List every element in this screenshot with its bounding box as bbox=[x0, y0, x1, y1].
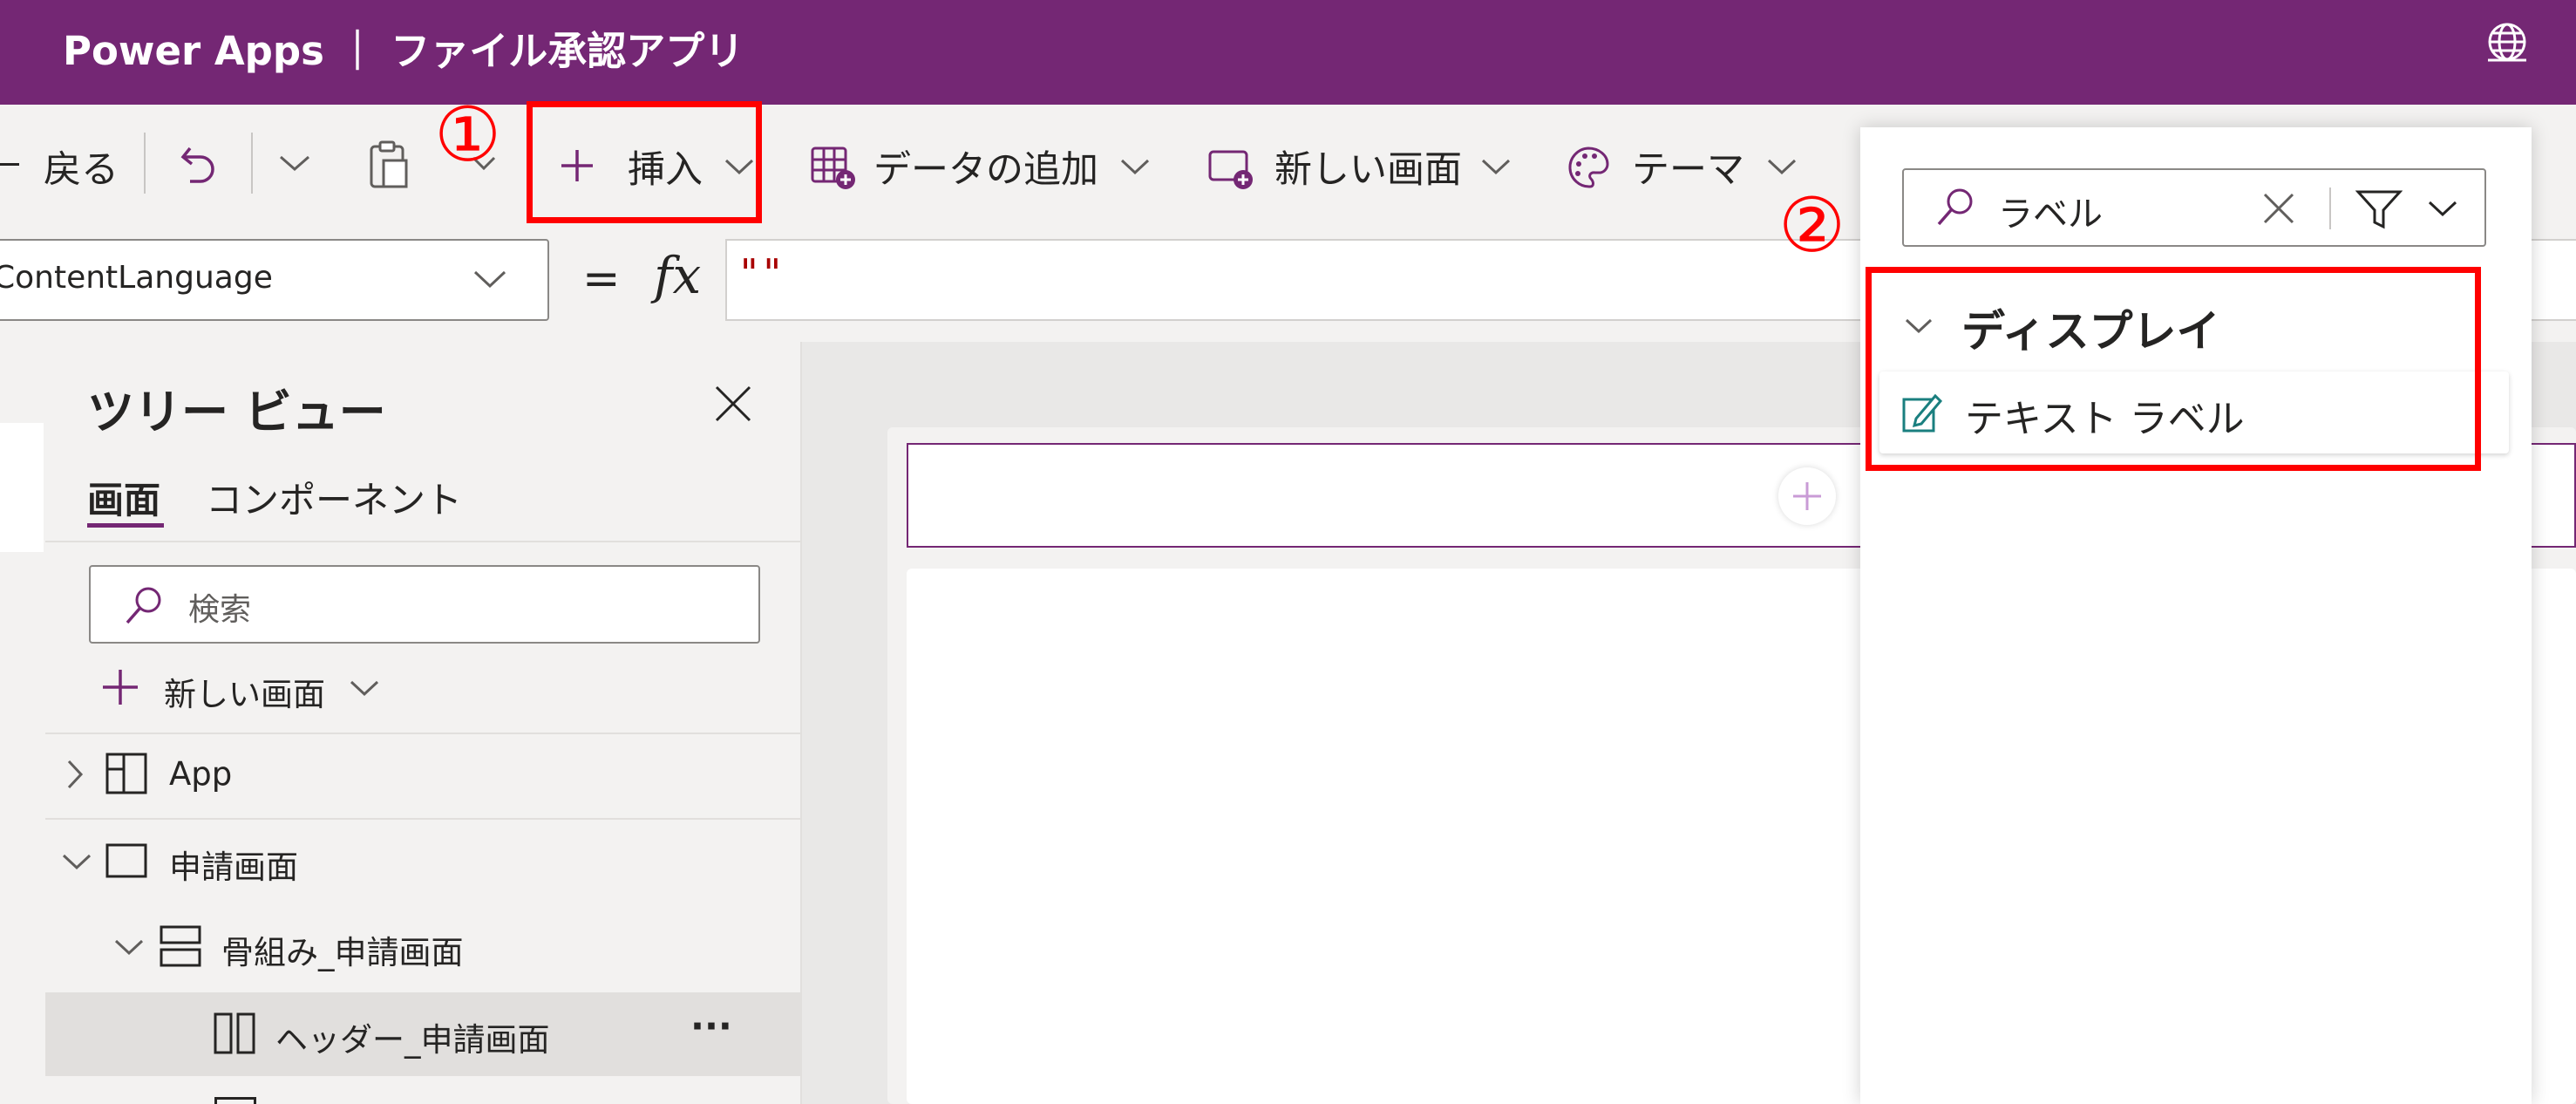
property-dropdown[interactable]: ContentLanguage bbox=[0, 239, 549, 321]
insert-search-input[interactable]: ラベル bbox=[1902, 168, 2486, 247]
tree-divider bbox=[45, 541, 800, 542]
filter-icon[interactable] bbox=[2355, 187, 2403, 231]
toolbar-divider bbox=[144, 133, 146, 194]
insert-search-value: ラベル bbox=[1998, 194, 2103, 235]
tab-screens-underline bbox=[87, 523, 164, 528]
tree-item-label: App bbox=[169, 755, 233, 793]
annotation-step-1: ① bbox=[434, 92, 502, 179]
new-screen-button[interactable]: 新しい画面 bbox=[1203, 138, 1526, 199]
tree-item-label: 申請画面 bbox=[169, 848, 298, 886]
screen-icon bbox=[105, 843, 147, 878]
tree-new-screen-button[interactable]: 新しい画面 bbox=[96, 663, 392, 715]
tab-components[interactable]: コンポーネント bbox=[206, 471, 462, 524]
tree-search-input[interactable]: 検索 bbox=[89, 565, 760, 644]
back-arrow-icon bbox=[0, 163, 19, 166]
tree-view-title: ツリー ビュー bbox=[87, 385, 386, 440]
clear-icon[interactable] bbox=[2261, 191, 2296, 226]
palette-icon bbox=[1568, 147, 1609, 188]
equals-sign: = bbox=[582, 253, 621, 305]
tree-item-screen[interactable]: 申請画面 bbox=[45, 820, 800, 903]
app-title: Power Apps ｜ ファイル承認アプリ bbox=[63, 28, 744, 74]
vertical-container-icon bbox=[160, 925, 201, 967]
tree-item-label: 骨組み_申請画面 bbox=[221, 934, 464, 971]
chevron-down-icon bbox=[1767, 159, 1797, 175]
search-placeholder: 検索 bbox=[188, 592, 252, 628]
formula-value: "" bbox=[737, 251, 784, 296]
chevron-down-icon bbox=[1481, 159, 1511, 175]
chevron-down-icon bbox=[62, 854, 92, 870]
theme-label: テーマ bbox=[1632, 148, 1744, 192]
search-icon bbox=[126, 587, 161, 624]
add-data-button[interactable]: データの追加 bbox=[802, 138, 1168, 199]
tree-item-horizontal-container[interactable]: ヘッダー_申請画面 ··· bbox=[45, 992, 800, 1076]
table-add-icon bbox=[811, 147, 855, 189]
tree-item-app[interactable]: App bbox=[45, 734, 800, 818]
back-label: 戻る bbox=[44, 148, 119, 192]
add-control-plus-icon[interactable] bbox=[1778, 467, 1836, 525]
add-data-label: データの追加 bbox=[873, 148, 1098, 192]
more-options-icon[interactable]: ··· bbox=[690, 1005, 732, 1047]
chevron-right-icon bbox=[67, 760, 84, 789]
new-screen-label: 新しい画面 bbox=[1274, 148, 1462, 192]
tree-item-partial-icon bbox=[214, 1097, 256, 1104]
app-icon bbox=[105, 753, 147, 794]
new-screen-icon bbox=[1208, 150, 1253, 189]
horizontal-container-icon bbox=[214, 1012, 255, 1054]
undo-icon[interactable] bbox=[176, 140, 223, 187]
annotation-box-text-label bbox=[1866, 267, 2481, 471]
fx-icon[interactable]: fx bbox=[654, 246, 701, 305]
theme-button[interactable]: テーマ bbox=[1560, 138, 1813, 199]
undo-dropdown-chevron-icon[interactable] bbox=[277, 150, 312, 176]
tree-item-label: ヘッダー_申請画面 bbox=[275, 1021, 550, 1059]
search-icon bbox=[1937, 188, 1973, 226]
chevron-down-icon bbox=[1120, 159, 1150, 175]
annotation-box-insert bbox=[527, 101, 762, 223]
close-icon[interactable] bbox=[713, 384, 753, 424]
chevron-down-icon bbox=[350, 680, 379, 697]
annotation-step-2: ② bbox=[1778, 182, 1846, 269]
tree-item-vertical-container[interactable]: 骨組み_申請画面 bbox=[45, 905, 800, 989]
tree-view-panel bbox=[45, 342, 802, 1104]
chevron-down-icon[interactable] bbox=[2427, 198, 2458, 219]
search-divider bbox=[2329, 187, 2331, 229]
property-name: ContentLanguage bbox=[0, 260, 273, 296]
paste-icon[interactable] bbox=[366, 140, 411, 190]
toolbar-divider bbox=[251, 133, 253, 194]
new-screen-label: 新しい画面 bbox=[164, 676, 325, 713]
back-button[interactable]: 戻る bbox=[0, 140, 131, 192]
plus-icon bbox=[103, 670, 138, 705]
environment-globe-icon[interactable] bbox=[2484, 19, 2530, 65]
chevron-down-icon bbox=[473, 270, 506, 289]
chevron-down-icon bbox=[114, 939, 144, 956]
tab-screens[interactable]: 画面 bbox=[87, 471, 160, 524]
rail-item-selected[interactable] bbox=[0, 423, 44, 552]
